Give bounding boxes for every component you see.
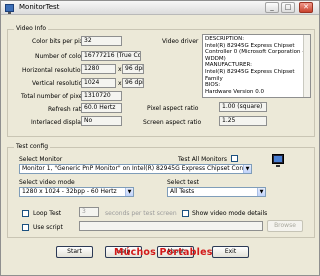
screen-aspect-label: Screen aspect ratio [143,119,202,126]
select-test-label: Select test [167,179,199,186]
exit-button[interactable]: Exit [212,246,249,258]
chevron-down-icon: ▼ [257,188,265,196]
refresh-rate-field: 60.0 Hertz [81,103,122,113]
seconds-per-test-label: seconds per test screen [105,210,177,217]
use-script-label: Use script [33,224,63,231]
vres-dpi-field: 96 dpi [122,78,144,88]
use-script-checkbox[interactable] [22,224,29,231]
minimize-button[interactable]: _ [265,2,279,13]
video-driver-line: BIOS: [205,82,221,89]
window-title: MonitorTest [19,3,60,11]
script-path-field[interactable] [79,221,263,231]
video-info-legend: Video Info [14,25,49,32]
close-button[interactable]: ✕ [299,2,313,13]
video-driver-textbox[interactable]: DESCRIPTION: Intel(R) 82945G Express Chip… [202,34,311,98]
monitortest-window: MonitorTest _ □ ✕ Video Info Color bits … [0,0,320,276]
select-video-mode-label: Select video mode [19,179,75,186]
video-driver-line: Intel(R) 82945G Express Chipset [205,68,295,75]
select-monitor-label: Select Monitor [19,156,63,163]
show-details-checkbox[interactable] [182,210,189,217]
refresh-rate-label: Refresh rate [48,106,85,113]
hres-label: Horizontal resolution [22,67,85,74]
browse-button[interactable]: Browse [267,220,303,232]
loop-seconds-field[interactable]: 3 [79,207,99,217]
video-driver-line: DESCRIPTION: [205,36,245,42]
test-all-monitors-label: Test All Monitors [178,156,228,163]
video-driver-line: Intel(R) 82945G Express Chipset [205,42,295,49]
title-bar: MonitorTest _ □ ✕ [1,1,319,15]
num-colors-label: Number of colors [35,53,87,60]
video-driver-label: Video driver [162,38,199,45]
interlaced-label: Interlaced display [31,119,85,126]
num-colors-field: 16777216 (True Color) [81,51,141,61]
loop-test-label: Loop Test [33,210,62,217]
loop-test-checkbox[interactable] [22,210,29,217]
vres-label: Vertical resolution [32,80,87,87]
monitor-app-icon [5,4,14,14]
pixel-aspect-field: 1.00 (square) [219,102,267,112]
test-select[interactable]: All Tests ▼ [167,187,266,197]
video-driver-line: Family [205,75,223,82]
show-details-label: Show video mode details [192,210,268,217]
chevron-down-icon: ▼ [125,188,133,196]
start-button[interactable]: Start [56,246,93,258]
screen-aspect-field: 1.25 [219,116,267,126]
total-pixels-label: Total number of pixels [21,93,88,100]
monitor-select-value: Monitor 1, "Generic PnP Monitor" on Inte… [22,165,252,172]
video-mode-select-value: 1280 x 1024 - 32bpp - 60 Hertz [22,188,117,195]
test-select-value: All Tests [170,188,195,195]
pixel-aspect-label: Pixel aspect ratio [147,105,199,112]
video-mode-select[interactable]: 1280 x 1024 - 32bpp - 60 Hertz ▼ [19,187,134,197]
hres-dpi-field: 96 dpi [122,64,144,74]
total-pixels-field: 1310720 [81,91,122,101]
hres-field: 1280 [81,64,116,74]
video-driver-lines: DESCRIPTION: Intel(R) 82945G Express Chip… [205,36,308,95]
video-driver-line: WDDM) [205,55,226,62]
interlaced-field: No [81,116,122,126]
monitor-icon [272,154,284,167]
maximize-button[interactable]: □ [281,2,295,13]
test-all-monitors-checkbox[interactable] [231,155,238,162]
video-driver-scrollbar[interactable] [303,35,310,97]
chevron-down-icon: ▼ [243,165,251,173]
vres-field: 1024 [81,78,116,88]
video-driver-line: Controller 0 (Microsoft Corporation - [205,49,305,56]
video-driver-line: MANUFACTURER: [205,62,252,69]
watermark-text: Múchos Portables [114,247,213,258]
test-config-legend: Test config [14,143,51,150]
color-bits-field: 32 [81,36,122,46]
monitor-select[interactable]: Monitor 1, "Generic PnP Monitor" on Inte… [19,164,252,174]
video-driver-line: Hardware Version 0.0 [205,88,265,95]
